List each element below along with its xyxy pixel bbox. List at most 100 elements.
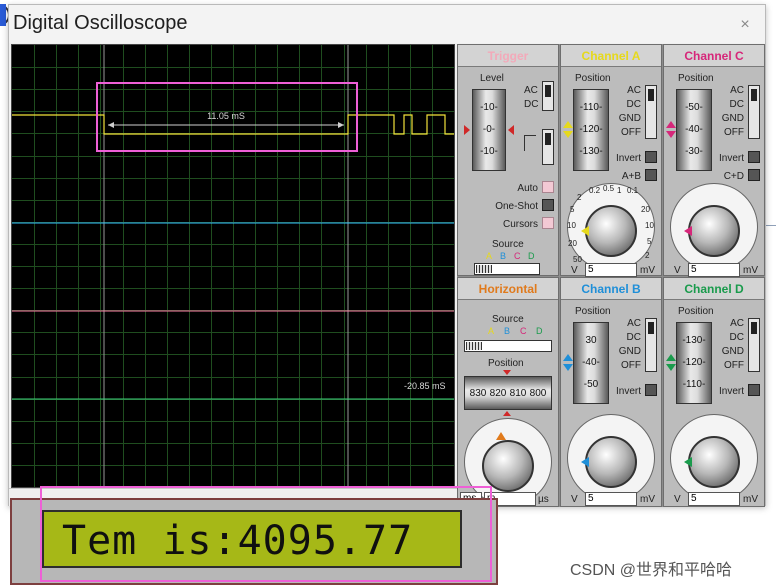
channel-d-value-field[interactable]: 5: [688, 492, 740, 506]
channel-c-mode-gnd: GND: [721, 113, 744, 124]
trigger-source-slider[interactable]: [474, 263, 540, 275]
trigger-level-marker-right: [508, 125, 514, 135]
channel-b-volts-knob[interactable]: [585, 436, 637, 488]
channel-d-title: Channel D: [664, 278, 764, 300]
channel-b-mode-switch[interactable]: [645, 318, 657, 372]
scope-grid: 11.05 mS -20.85 mS: [12, 45, 454, 487]
channel-a-position-up-arrow[interactable]: [563, 121, 573, 128]
channel-b-position-up-arrow[interactable]: [563, 354, 573, 361]
horizontal-source-a: A: [488, 326, 495, 336]
title-bar[interactable]: Digital Oscilloscope ×: [9, 5, 765, 43]
lcd-text: Tem is:4095.77: [62, 518, 414, 564]
trigger-dc-label: DC: [524, 99, 539, 110]
trigger-coupling-switch[interactable]: [542, 81, 554, 111]
channel-b-unit-right: mV: [640, 494, 655, 505]
trigger-tick-2: -0-: [482, 124, 496, 135]
channel-a-value-field[interactable]: 5: [585, 263, 637, 277]
channel-a-dial-9: 0.1: [627, 186, 639, 195]
trigger-auto-button[interactable]: [542, 181, 554, 193]
trigger-level-strip[interactable]: -10- -0- -10-: [472, 89, 506, 171]
lcd-screen: Tem is:4095.77: [42, 510, 462, 568]
channel-c-mode-ac: AC: [730, 85, 744, 96]
channel-c-invert-button[interactable]: [748, 151, 760, 163]
channel-c-mode-switch[interactable]: [748, 85, 760, 139]
horizontal-source-c: C: [520, 326, 527, 336]
trigger-ac-label: AC: [524, 85, 538, 96]
channel-c-knob-pointer: [684, 226, 692, 236]
channel-a-panel: Channel A Position -110- -120- -130- AC …: [560, 44, 662, 277]
channel-c-combine-button[interactable]: [748, 169, 760, 181]
channel-c-value-field[interactable]: 5: [688, 263, 740, 277]
channel-c-mode-off: OFF: [724, 127, 744, 138]
desktop: Digital Oscilloscope × 11.05 mS -20.85 m…: [0, 0, 776, 585]
horizontal-position-top-marker: [503, 370, 511, 375]
channel-d-mode-dc: DC: [729, 332, 744, 343]
channel-b-mode-dc: DC: [626, 332, 641, 343]
channel-a-position-down-arrow[interactable]: [563, 131, 573, 138]
channel-b-invert-button[interactable]: [645, 384, 657, 396]
trigger-panel: Trigger Level -10- -0- -10- AC DC Auto O…: [457, 44, 559, 276]
channel-a-dial-10: 20: [641, 205, 650, 214]
channel-a-dial-1: 0.2: [589, 186, 601, 195]
trigger-edge-icon: [524, 135, 536, 151]
trigger-source-d: D: [528, 251, 535, 261]
trigger-cursors-label: Cursors: [502, 219, 538, 230]
close-button[interactable]: ×: [733, 13, 757, 37]
channel-a-invert-label: Invert: [615, 153, 641, 164]
channel-a-invert-button[interactable]: [645, 151, 657, 163]
channel-a-title: Channel A: [561, 45, 661, 67]
horizontal-source-d: D: [536, 326, 543, 336]
trigger-cursors-button[interactable]: [542, 217, 554, 229]
channel-b-value-field[interactable]: 5: [585, 492, 637, 506]
channel-a-volts-knob[interactable]: [585, 205, 637, 257]
trigger-level-label: Level: [480, 73, 504, 84]
channel-a-combine-button[interactable]: [645, 169, 657, 181]
channel-c-position-down-arrow[interactable]: [666, 131, 676, 138]
channel-d-volts-knob[interactable]: [688, 436, 740, 488]
channel-c-volts-knob[interactable]: [688, 205, 740, 257]
horizontal-time-knob[interactable]: [482, 440, 534, 492]
channel-a-dial-3: 1: [617, 186, 622, 195]
channel-a-mode-switch[interactable]: [645, 85, 657, 139]
channel-a-position-label: Position: [575, 73, 611, 84]
horizontal-position-strip[interactable]: 830 820 810 800: [464, 376, 552, 410]
channel-d-position-up-arrow[interactable]: [666, 354, 676, 361]
watermark: CSDN @世界和平哈哈: [570, 562, 733, 579]
channel-d-position-down-arrow[interactable]: [666, 364, 676, 371]
channel-d-unit-right: mV: [743, 494, 758, 505]
horizontal-unit-right: µs: [538, 494, 549, 505]
channel-b-tick-1: 30: [585, 335, 597, 346]
horizontal-knob-pointer: [496, 432, 506, 440]
trigger-tick-1: -10-: [480, 102, 498, 113]
channel-b-mode-gnd: GND: [618, 346, 641, 357]
measure-arrow-right: [338, 122, 344, 128]
channel-d-tick-2: -120-: [682, 357, 706, 368]
control-panel: Trigger Level -10- -0- -10- AC DC Auto O…: [457, 44, 765, 507]
channel-d-knob-pointer: [684, 457, 692, 467]
channel-a-dial-13: 2: [645, 251, 650, 260]
trigger-edge-switch[interactable]: [542, 129, 554, 165]
channel-c-panel: Channel C Position -50- -40- -30- AC DC …: [663, 44, 765, 277]
channel-b-unit-left: V: [571, 494, 578, 505]
channel-d-invert-button[interactable]: [748, 384, 760, 396]
horizontal-position-label: Position: [488, 358, 524, 369]
lcd-module: Tem is:4095.77: [10, 498, 498, 585]
channel-c-tick-2: -40-: [685, 124, 703, 135]
channel-b-mode-off: OFF: [621, 360, 641, 371]
channel-d-mode-gnd: GND: [721, 346, 744, 357]
trigger-oneshot-button[interactable]: [542, 199, 554, 211]
horizontal-source-slider[interactable]: [464, 340, 552, 352]
trigger-level-marker-left: [464, 125, 470, 135]
horizontal-title: Horizontal: [458, 278, 558, 300]
channel-b-position-down-arrow[interactable]: [563, 364, 573, 371]
channel-d-position-label: Position: [678, 306, 714, 317]
channel-a-tick-2: -120-: [579, 124, 603, 135]
channel-a-dial-2: 0.5: [603, 184, 615, 193]
channel-b-knob-pointer: [581, 457, 589, 467]
channel-a-dial-6: 10: [567, 221, 576, 230]
scope-screen[interactable]: 11.05 mS -20.85 mS: [11, 44, 455, 488]
channel-d-mode-switch[interactable]: [748, 318, 760, 372]
trigger-source-c: C: [514, 251, 521, 261]
channel-a-dial-4: 2: [577, 193, 582, 202]
channel-c-position-up-arrow[interactable]: [666, 121, 676, 128]
